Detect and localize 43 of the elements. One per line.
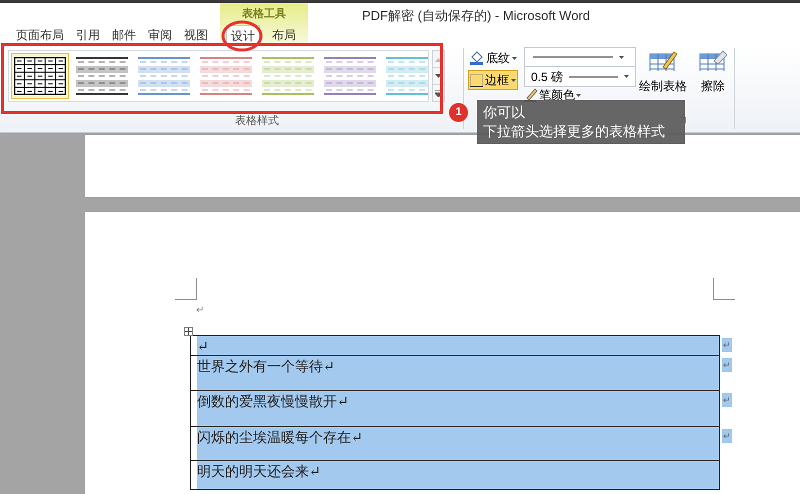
ribbon-tab[interactable]: 页面布局 [10, 25, 70, 45]
ribbon-tab[interactable]: 审阅 [142, 25, 178, 45]
cell-end-mark: ↵ [722, 393, 732, 407]
border-grid-icon [470, 74, 483, 86]
shading-button[interactable]: 底纹 [468, 49, 518, 67]
window-title: PDF解密 (自动保存的) - Microsoft Word [362, 7, 590, 25]
solid-line-icon [569, 76, 618, 78]
paragraph-mark: ↵ [196, 306, 205, 316]
cell-end-mark: ↵ [722, 429, 732, 443]
group-label: 表格样式 [235, 114, 280, 128]
eraser-button[interactable]: 擦除 [698, 49, 728, 95]
paint-bucket-icon [469, 51, 484, 65]
dropdown-arrow-icon [576, 94, 581, 96]
margin-corner-icon [713, 278, 735, 300]
solid-line-icon [533, 56, 613, 58]
margin-corner-icon [175, 278, 197, 300]
tooltip-text: 你可以 [483, 103, 526, 122]
table-cell: 世界之外有一个等待↵ [197, 356, 719, 390]
line-weight-dropdown[interactable]: 0.5 磅 [524, 67, 636, 87]
cell-end-mark: ↵ [722, 338, 732, 352]
table-style-thumbnail[interactable] [11, 53, 69, 99]
table-eraser-icon [699, 49, 727, 71]
table-cell: 倒数的爱黑夜慢慢散开↵ [197, 391, 719, 426]
group-title: 表格工具 [241, 6, 287, 22]
borders-button[interactable]: 边框 [468, 70, 518, 90]
dropdown-arrow-icon [624, 75, 629, 78]
ribbon-tab[interactable]: 引用 [70, 25, 106, 45]
table-cell: 明天的明天还会来↵ [197, 461, 719, 489]
line-style-dropdown[interactable] [524, 47, 636, 67]
tooltip-text: 下拉箭头选择更多的表格样式 [483, 122, 666, 141]
ribbon-tab[interactable]: 视图 [178, 25, 214, 45]
table-move-handle[interactable] [184, 327, 193, 336]
dropdown-arrow-icon [512, 56, 517, 60]
table-cell: ↵ [197, 336, 719, 355]
dropdown-arrow-icon [511, 78, 516, 82]
dropdown-arrow-icon [619, 56, 624, 58]
annotation-circle [221, 20, 263, 52]
ribbon-tab[interactable]: 邮件 [106, 25, 142, 45]
cell-end-mark: ↵ [722, 358, 732, 372]
ribbon-tab[interactable]: 布局 [266, 25, 302, 45]
table-cell: 闪烁的尘埃温暖每个存在↵ [197, 427, 719, 460]
draw-table-button[interactable]: 绘制表格 [638, 49, 688, 95]
table-pencil-icon [649, 49, 677, 71]
